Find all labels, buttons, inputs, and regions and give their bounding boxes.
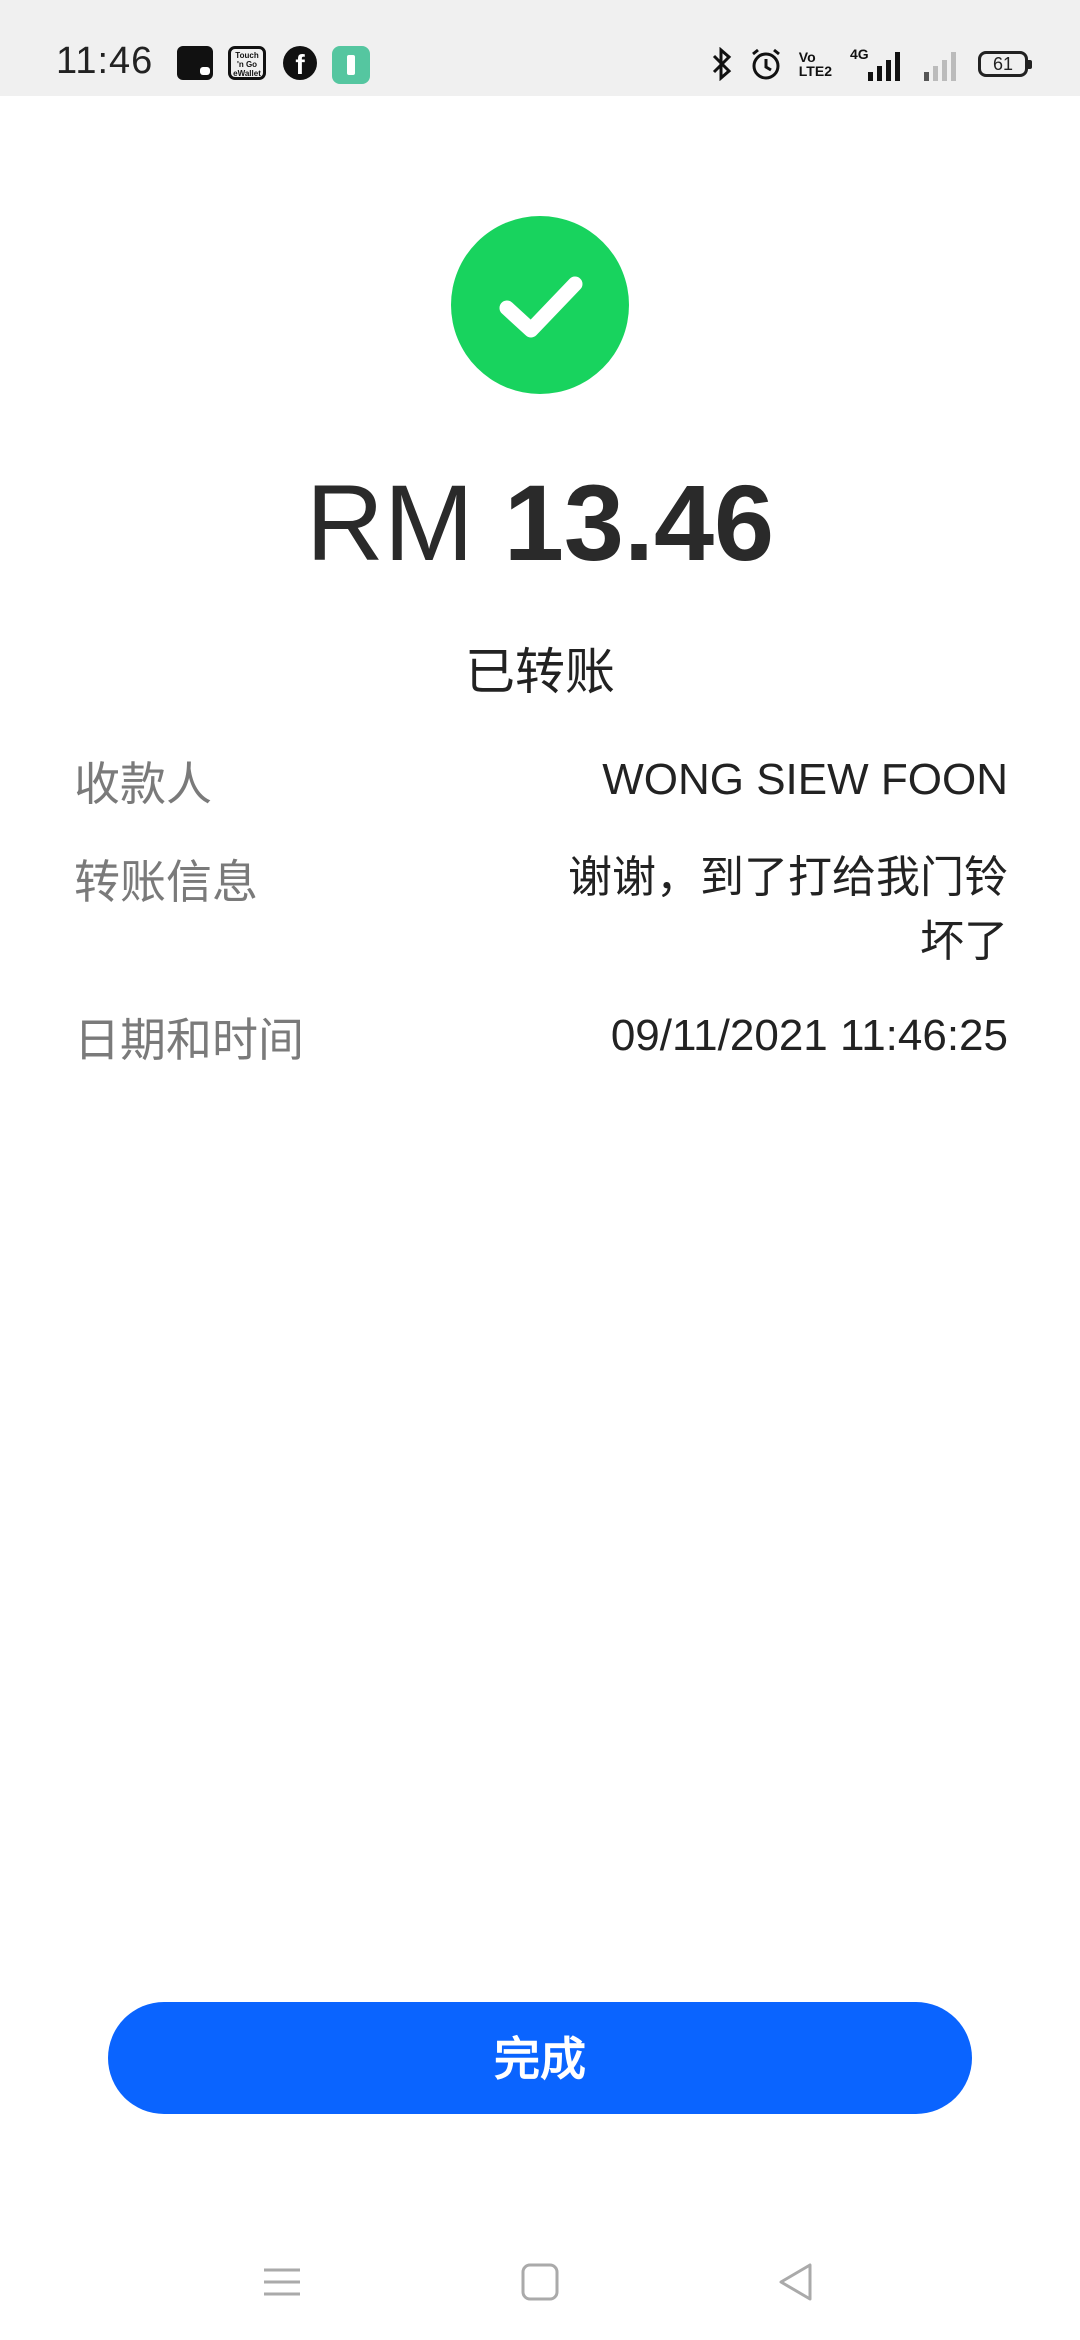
status-bar: 11:46 Touch 'n Go eWallet f Vo LTE2 4G 6… [0,0,1080,96]
status-time: 11:46 [56,40,154,82]
success-check-icon [451,216,629,394]
alarm-icon [751,48,780,80]
wallet-icon [177,46,213,80]
signal-4g-icon: 4G [850,46,900,81]
volte-icon: Vo LTE2 [799,50,832,78]
volte-label-bottom: LTE2 [798,63,832,79]
bluetooth-icon [712,47,731,81]
touch-n-go-logo: Touch 'n Go eWallet [233,51,261,78]
transfer-info-value: 谢谢，到了打给我门铃坏了 [568,853,1008,966]
done-button[interactable]: 完成 [108,2002,972,2114]
home-icon[interactable] [520,2262,560,2302]
network-type-label: 4G [850,46,869,62]
signal-sim2-icon [924,52,956,81]
datetime-value: 09/11/2021 11:46:25 [610,1011,1008,1060]
back-icon[interactable] [776,2262,816,2302]
amount-value: 13.46 [503,462,775,583]
menu-icon[interactable] [262,2262,302,2302]
app-notification-icon [332,46,370,84]
datetime-label: 日期和时间 [74,1014,304,1066]
transfer-status: 已转账 [465,644,615,700]
amount-currency: RM [305,462,474,583]
battery-icon: 61 [978,51,1032,77]
facebook-icon: f [283,46,317,80]
system-icons: Vo LTE2 4G 61 [711,44,1032,84]
transfer-info-label: 转账信息 [74,856,258,908]
transfer-amount: RM 13.46 [0,460,1080,585]
payee-label: 收款人 [74,758,212,810]
payee-value: WONG SIEW FOON [602,755,1008,804]
touch-n-go-icon: Touch 'n Go eWallet [228,46,266,80]
navigation-bar [0,2240,1080,2340]
